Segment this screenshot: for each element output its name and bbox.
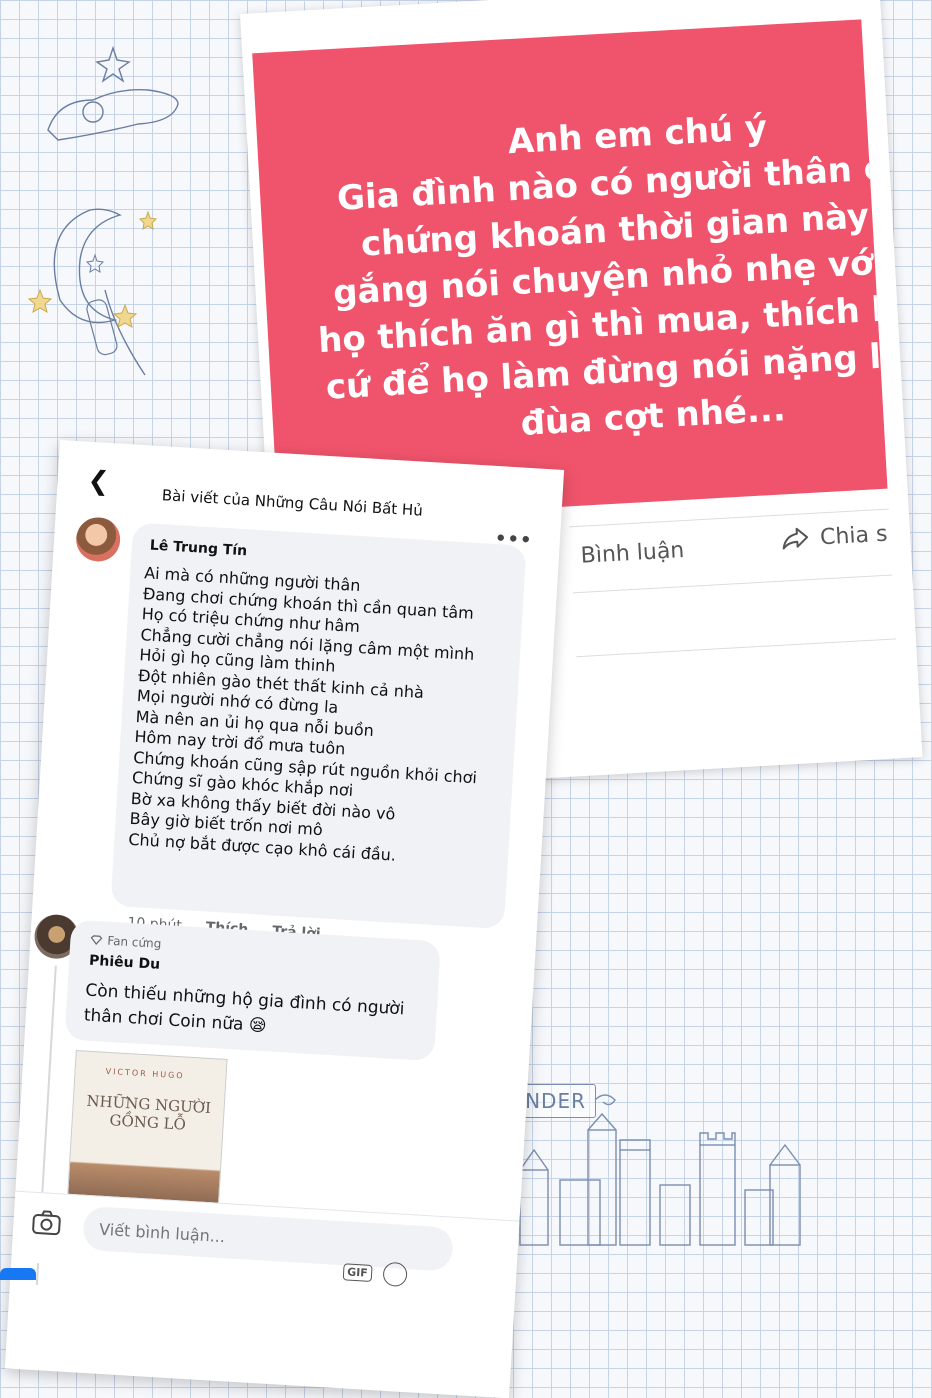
comments-screen: ❮ Bài viết của Những Câu Nói Bất Hủ ••• … <box>4 440 565 1398</box>
post-headline: Anh em chú ý Gia đình nào có người thân … <box>317 107 888 444</box>
book-author: VICTOR HUGO <box>105 1066 185 1081</box>
comment-composer: GIF <box>11 1190 520 1292</box>
gif-icon[interactable]: GIF <box>342 1263 373 1282</box>
emoji-icon[interactable] <box>382 1261 408 1288</box>
tab-indicator <box>0 1268 36 1280</box>
diamond-icon <box>90 935 103 945</box>
comment-bubble: Lê Trung Tín Ai mà có những người thân Đ… <box>110 522 527 930</box>
comment-text: Ai mà có những người thân Đang chơi chứn… <box>128 563 489 870</box>
chevron-left-icon[interactable]: ❮ <box>87 466 111 497</box>
moon-doodle <box>27 208 158 376</box>
post-text-image: Anh em chú ý Gia đình nào có người thân … <box>252 19 888 523</box>
page-title: Bài viết của Những Câu Nói Bất Hủ <box>161 486 424 520</box>
comment-author[interactable]: Lê Trung Tín <box>149 538 247 560</box>
share-action-button[interactable]: Chia s <box>779 521 888 553</box>
share-icon <box>782 527 809 550</box>
divider <box>572 574 893 594</box>
fan-badge: Fan cứng <box>90 933 162 951</box>
comment-text: Còn thiếu những hộ gia đình có người thâ… <box>83 980 405 1037</box>
comment-bubble: Fan cứng Phiêu Du Còn thiếu những hộ gia… <box>64 919 441 1062</box>
badge-label: Fan cứng <box>106 933 162 951</box>
sleeping-figure-doodle <box>47 45 179 141</box>
comment-author[interactable]: Phiêu Du <box>89 953 161 973</box>
avatar[interactable] <box>74 516 122 563</box>
share-label: Chia s <box>819 521 889 550</box>
divider <box>576 638 896 658</box>
book-title: NHỮNG NGƯỜI GỒNG LỖ <box>85 1091 212 1134</box>
camera-icon[interactable] <box>31 1209 62 1237</box>
comment-action-button[interactable]: Bình luận <box>580 538 685 569</box>
